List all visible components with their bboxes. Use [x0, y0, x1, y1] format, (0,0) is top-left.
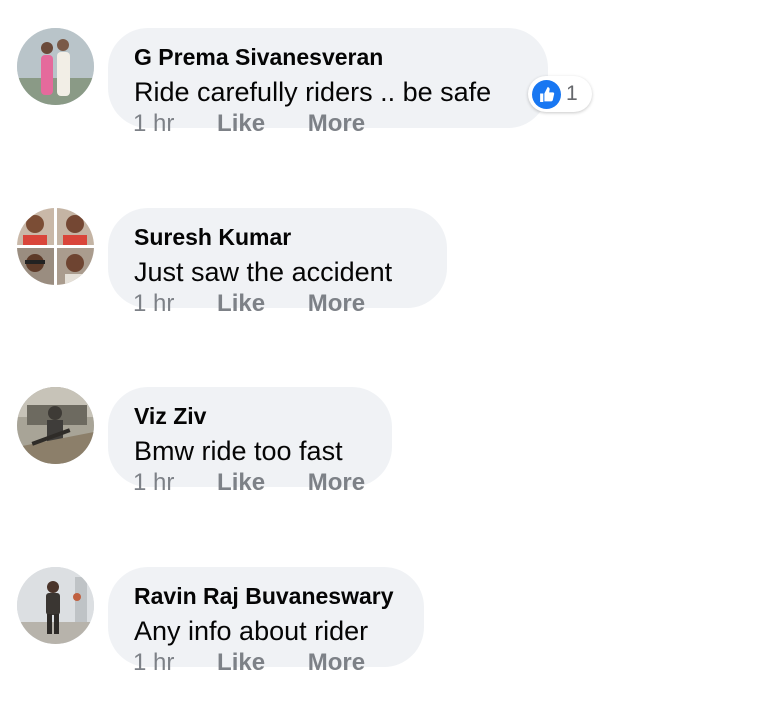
reaction-count-badge[interactable]: 1: [528, 76, 592, 112]
comment-text: Any info about rider: [134, 616, 369, 646]
more-button[interactable]: More: [308, 110, 365, 138]
comment-author[interactable]: Viz Ziv: [134, 401, 366, 431]
like-button[interactable]: Like: [217, 290, 265, 318]
comment-timestamp[interactable]: 1 hr: [133, 469, 174, 497]
comment-author[interactable]: Ravin Raj Buvaneswary: [134, 581, 398, 611]
avatar[interactable]: [17, 28, 94, 105]
avatar[interactable]: [17, 387, 94, 464]
comment-text: Just saw the accident: [134, 257, 393, 287]
comment-actions: 1 hr Like More: [133, 469, 365, 499]
more-button[interactable]: More: [308, 469, 365, 497]
comment-item: Suresh Kumar Just saw the accident 1 hr …: [0, 180, 768, 360]
comment-timestamp[interactable]: 1 hr: [133, 290, 174, 318]
avatar[interactable]: [17, 567, 94, 644]
thumbs-up-icon: [532, 79, 561, 109]
comment-item: Viz Ziv Bmw ride too fast 1 hr Like More: [0, 359, 768, 539]
comment-author[interactable]: Suresh Kumar: [134, 222, 421, 252]
comment-text: Bmw ride too fast: [134, 436, 343, 466]
like-button[interactable]: Like: [217, 649, 265, 677]
comment-item: G Prema Sivanesveran Ride carefully ride…: [0, 0, 768, 180]
like-button[interactable]: Like: [217, 469, 265, 497]
like-button[interactable]: Like: [217, 110, 265, 138]
avatar-photo-couple: [17, 28, 94, 105]
comment-item: Ravin Raj Buvaneswary Any info about rid…: [0, 539, 768, 719]
comment-actions: 1 hr Like More: [133, 110, 365, 140]
more-button[interactable]: More: [308, 290, 365, 318]
comment-actions: 1 hr Like More: [133, 290, 365, 320]
comment-timestamp[interactable]: 1 hr: [133, 649, 174, 677]
comment-timestamp[interactable]: 1 hr: [133, 110, 174, 138]
comment-actions: 1 hr Like More: [133, 649, 365, 679]
more-button[interactable]: More: [308, 649, 365, 677]
avatar[interactable]: [17, 208, 94, 285]
avatar-photo-landscape: [17, 387, 94, 464]
comment-list: G Prema Sivanesveran Ride carefully ride…: [0, 0, 768, 719]
avatar-photo-person-standing: [17, 567, 94, 644]
comment-text: Ride carefully riders .. be safe: [134, 77, 492, 107]
reaction-count: 1: [566, 82, 578, 105]
comment-author[interactable]: G Prema Sivanesveran: [134, 42, 522, 72]
avatar-photo-collage: [17, 208, 94, 285]
